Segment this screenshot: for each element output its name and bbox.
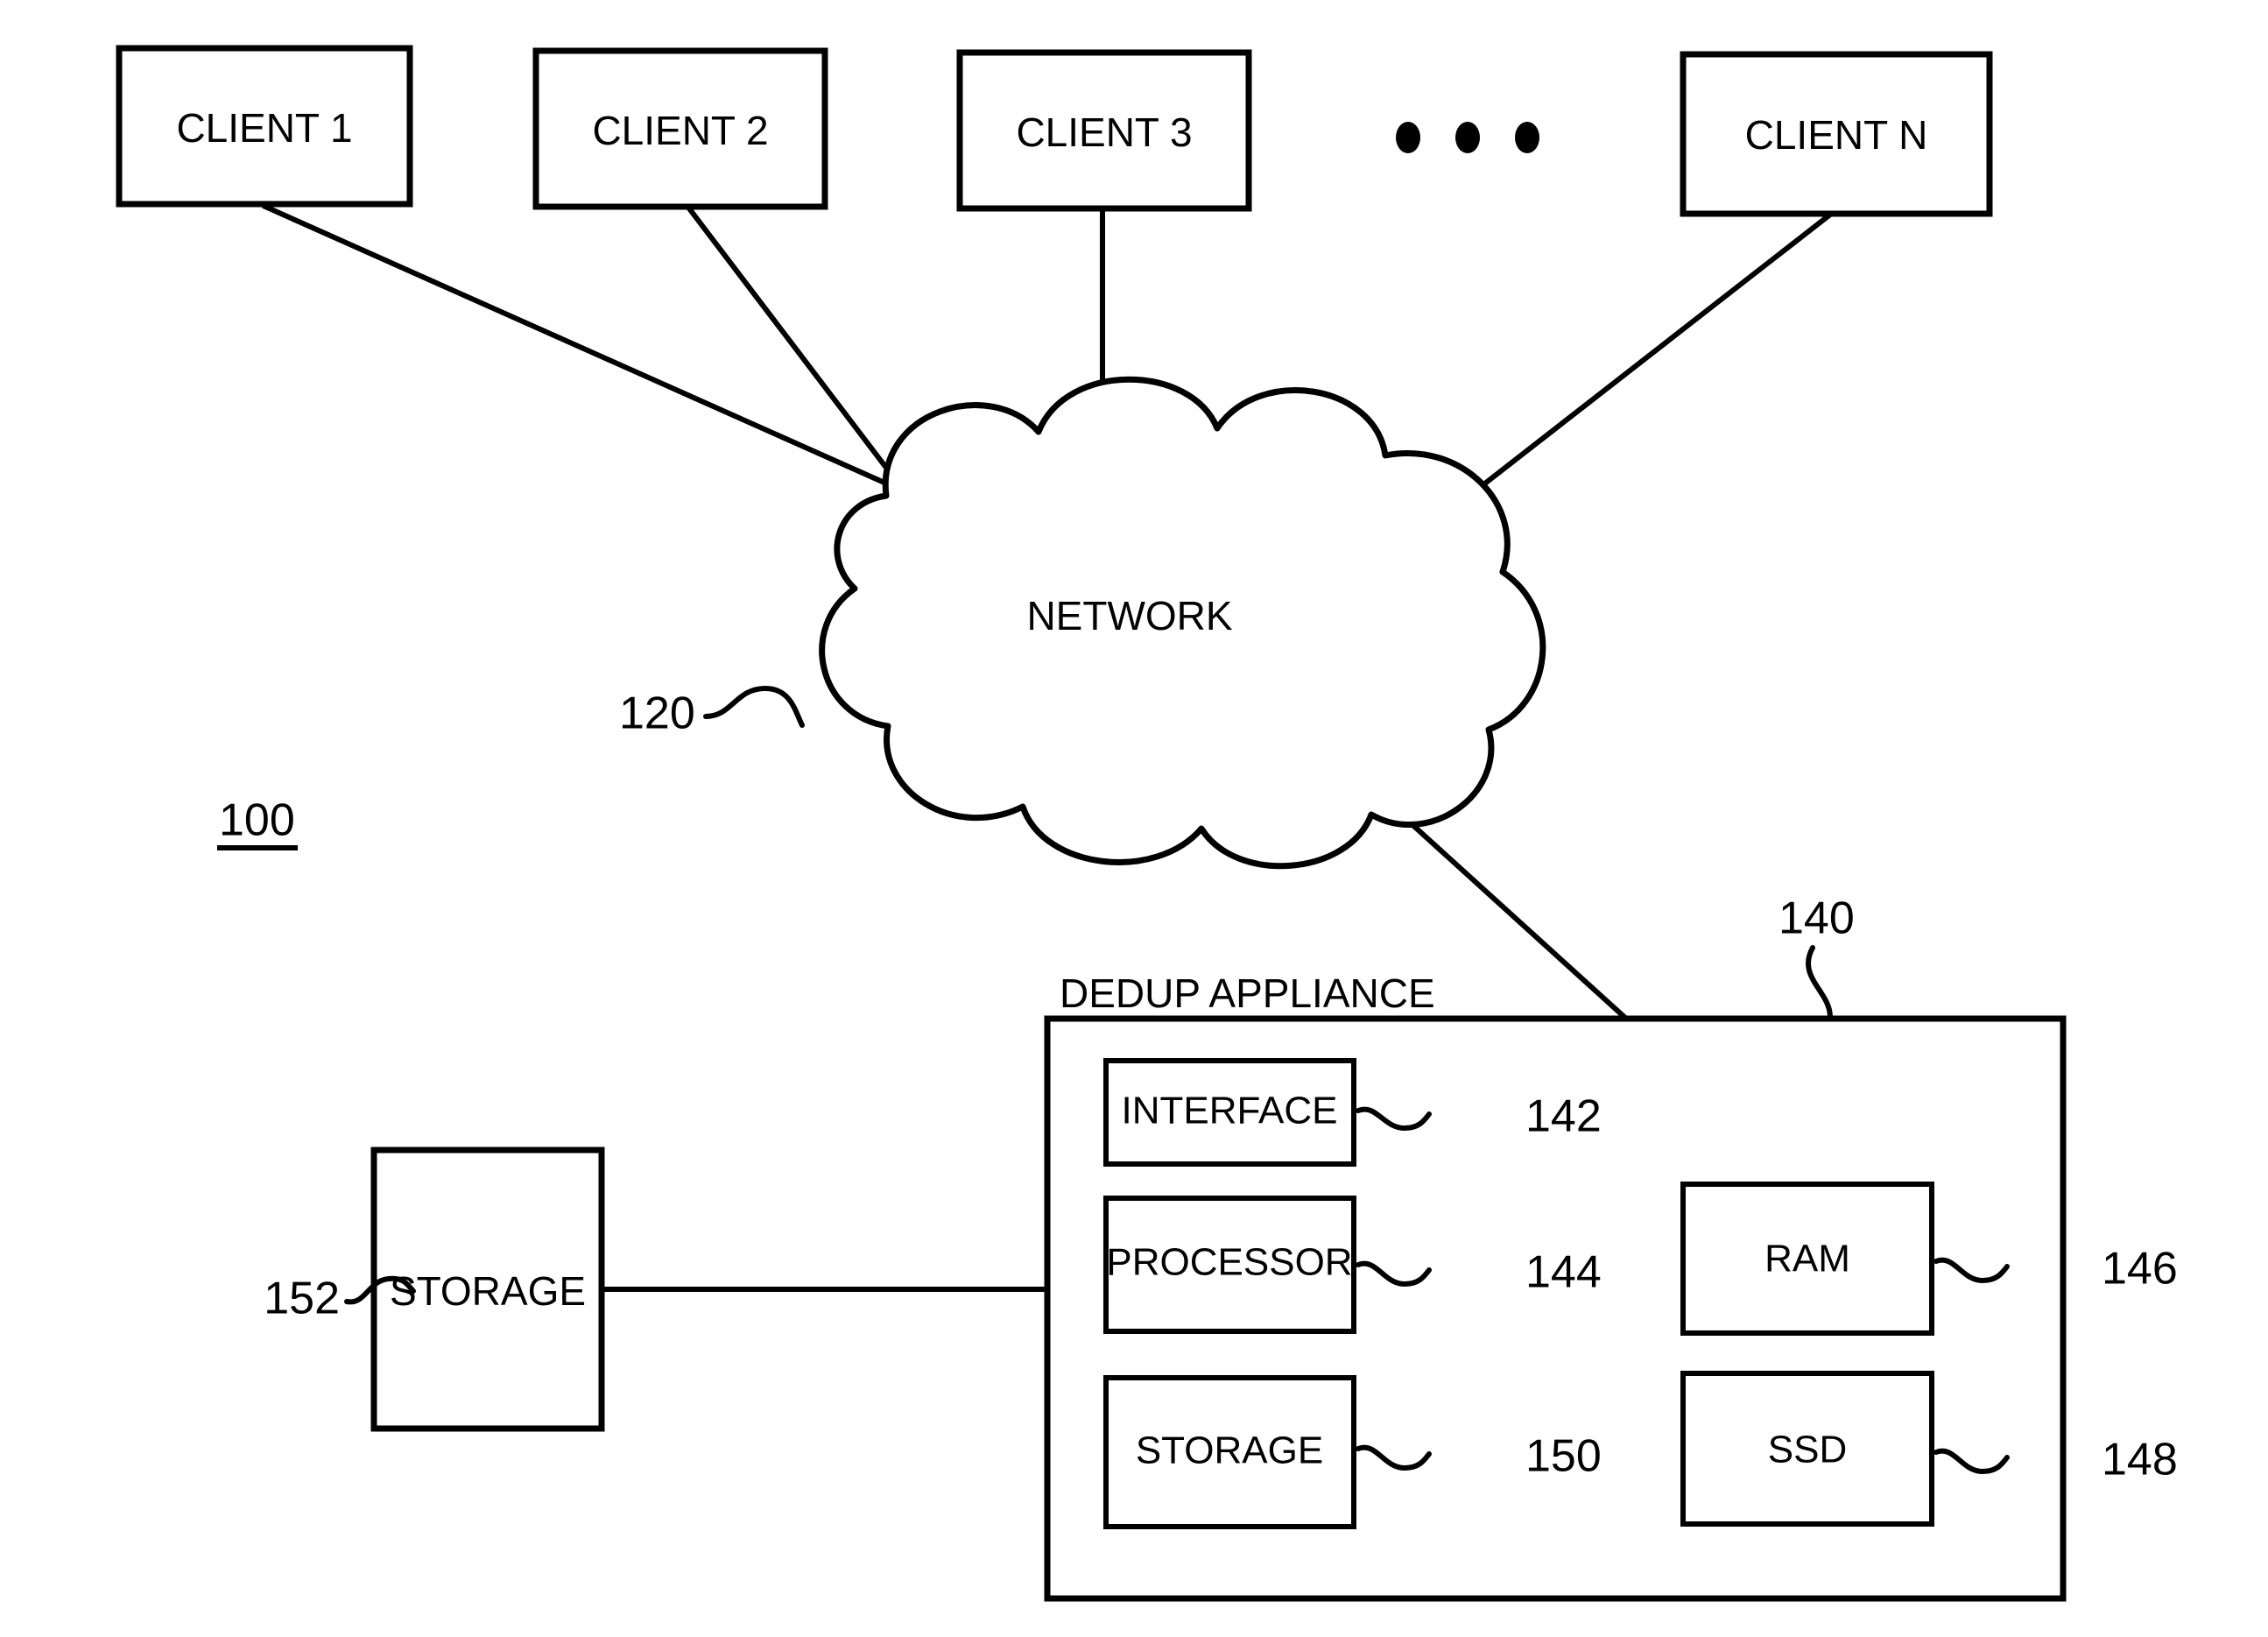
ref-142-number: 142 (1525, 1091, 1602, 1142)
client-2[interactable]: CLIENT 2 (532, 47, 828, 210)
ref-120-number: 120 (619, 688, 695, 739)
network-cloud-group: NETWORK (819, 376, 1546, 870)
network-label: NETWORK (1026, 593, 1232, 639)
ref-152-number: 152 (264, 1274, 340, 1324)
connector-client1-to-network (262, 203, 905, 494)
dedup-appliance-title: DEDUP APPLIANCE (1060, 970, 1435, 1016)
external-storage-label: STORAGE (390, 1268, 586, 1314)
client-1[interactable]: CLIENT 1 (116, 45, 413, 208)
client-1-label: CLIENT 1 (176, 105, 352, 151)
ref-148-number: 148 (2102, 1435, 2178, 1485)
ref-146-number: 146 (2102, 1244, 2178, 1295)
ref-150-number: 150 (1525, 1431, 1602, 1482)
client-2-label: CLIENT 2 (592, 108, 768, 153)
client-n-label: CLIENT N (1745, 112, 1928, 158)
ref-140-leader-line (1806, 945, 1833, 1020)
patent-figure-svg: NETWORK 120 100 CLIENT 1 CLIENT 2 CLIENT… (116, 45, 2178, 1602)
component-ram[interactable]: RAM (1680, 1182, 1934, 1336)
client-3-label: CLIENT 3 (1016, 109, 1192, 155)
figure-canvas: NETWORK 120 100 CLIENT 1 CLIENT 2 CLIENT… (0, 0, 2268, 1637)
ref-120-group: 120 (619, 685, 805, 739)
component-ssd[interactable]: SSD (1680, 1371, 1934, 1527)
figure-number: 100 (219, 795, 295, 846)
component-storage[interactable]: STORAGE (1103, 1375, 1356, 1529)
component-interface[interactable]: INTERFACE (1103, 1058, 1356, 1167)
interface-label: INTERFACE (1122, 1090, 1338, 1132)
ssd-label: SSD (1768, 1429, 1847, 1471)
ellipsis-icon (1396, 122, 1539, 153)
client-n[interactable]: CLIENT N (1680, 51, 1993, 217)
external-storage[interactable]: STORAGE (370, 1147, 605, 1432)
component-processor[interactable]: PROCESSOR (1103, 1196, 1356, 1334)
ref-120-leader-line (703, 685, 805, 728)
storage-label: STORAGE (1136, 1429, 1323, 1472)
figure-number-group: 100 (217, 795, 298, 850)
ref-140-group: 140 (1778, 893, 1855, 1020)
processor-label: PROCESSOR (1106, 1241, 1352, 1284)
ref-140-number: 140 (1778, 893, 1855, 944)
client-3[interactable]: CLIENT 3 (956, 49, 1252, 212)
connector-clientn-to-network (1474, 210, 1835, 493)
ram-label: RAM (1764, 1238, 1850, 1281)
ref-144-number: 144 (1525, 1247, 1602, 1298)
